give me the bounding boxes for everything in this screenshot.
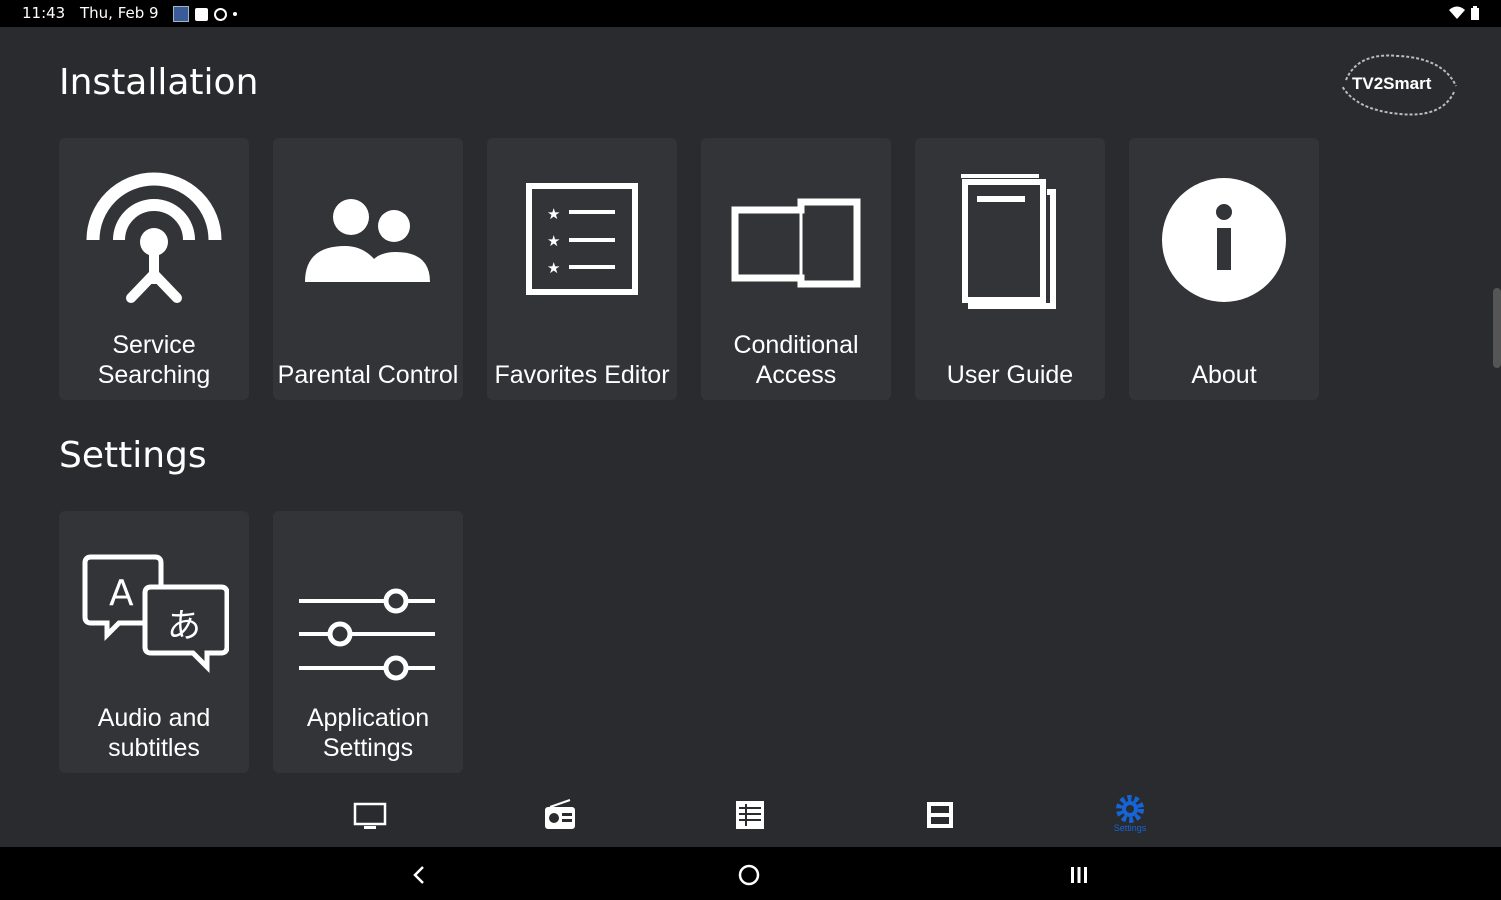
- svg-text:★: ★: [547, 232, 560, 250]
- settings-title: Settings: [59, 435, 207, 476]
- tile-favorites-editor[interactable]: ★ ★ ★ Favorites Editor: [487, 138, 677, 400]
- back-button[interactable]: [405, 861, 433, 889]
- nav-tv-button[interactable]: [350, 795, 390, 835]
- wifi-icon: [1449, 6, 1465, 19]
- tile-label: Conditional Access: [733, 331, 859, 389]
- tv-icon: [353, 802, 387, 829]
- radio-icon: [545, 799, 575, 829]
- list-icon: ★ ★ ★: [526, 183, 638, 295]
- tv2smart-logo: TV2Smart: [1338, 52, 1460, 118]
- status-time: 11:43: [22, 4, 66, 22]
- tile-application-settings[interactable]: Application Settings: [273, 511, 463, 773]
- language-icon: A あ: [82, 554, 229, 674]
- nav-recordings-button[interactable]: [920, 795, 960, 835]
- tile-service-searching[interactable]: Service Searching: [59, 138, 249, 400]
- epg-icon: [736, 801, 764, 829]
- svg-text:A: A: [109, 573, 134, 614]
- tile-conditional-access[interactable]: Conditional Access: [701, 138, 891, 400]
- battery-icon: [1471, 6, 1479, 20]
- media-notification-icon: [195, 7, 208, 21]
- home-button[interactable]: [735, 861, 763, 889]
- tile-label: Audio and subtitles: [97, 704, 211, 762]
- status-date: Thu, Feb 9: [80, 4, 159, 22]
- system-status-icons: [1449, 6, 1479, 20]
- tile-label: Application Settings: [306, 704, 430, 762]
- info-icon: [1162, 178, 1286, 302]
- system-navigation-bar: [0, 847, 1501, 900]
- tile-audio-subtitles[interactable]: A あ Audio and subtitles: [59, 511, 249, 773]
- svg-text:★: ★: [547, 205, 560, 223]
- status-bar: 11:43 Thu, Feb 9: [0, 0, 1501, 27]
- document-icon: [961, 174, 1056, 309]
- recents-button[interactable]: [1065, 861, 1093, 889]
- people-icon: [305, 199, 430, 282]
- tile-label: About: [1191, 361, 1257, 389]
- installation-title: Installation: [59, 62, 259, 103]
- antenna-icon: [86, 172, 222, 303]
- nav-guide-button[interactable]: [730, 795, 770, 835]
- bottom-navigation: [0, 785, 1501, 847]
- tile-label: User Guide: [946, 361, 1074, 389]
- app-notification-icon: [173, 6, 189, 22]
- logo-text: TV2Smart: [1352, 74, 1432, 93]
- sync-notification-icon: [214, 7, 227, 21]
- tile-label: Parental Control: [277, 361, 459, 389]
- svg-text:★: ★: [547, 259, 560, 277]
- scrollbar[interactable]: [1493, 288, 1501, 368]
- svg-text:あ: あ: [167, 606, 201, 646]
- notification-icons: [173, 6, 237, 22]
- tile-label: Service Searching: [97, 331, 211, 389]
- nav-radio-button[interactable]: [540, 795, 580, 835]
- recordings-icon: [927, 802, 953, 828]
- tile-user-guide[interactable]: User Guide: [915, 138, 1105, 400]
- nav-settings-label: Settings: [1113, 823, 1147, 833]
- tile-parental-control[interactable]: Parental Control: [273, 138, 463, 400]
- tile-about[interactable]: About: [1129, 138, 1319, 400]
- tile-label: Favorites Editor: [494, 361, 670, 389]
- card-slot-icon: [731, 198, 861, 288]
- sliders-icon: [299, 588, 435, 681]
- more-notifications-icon: [233, 12, 237, 16]
